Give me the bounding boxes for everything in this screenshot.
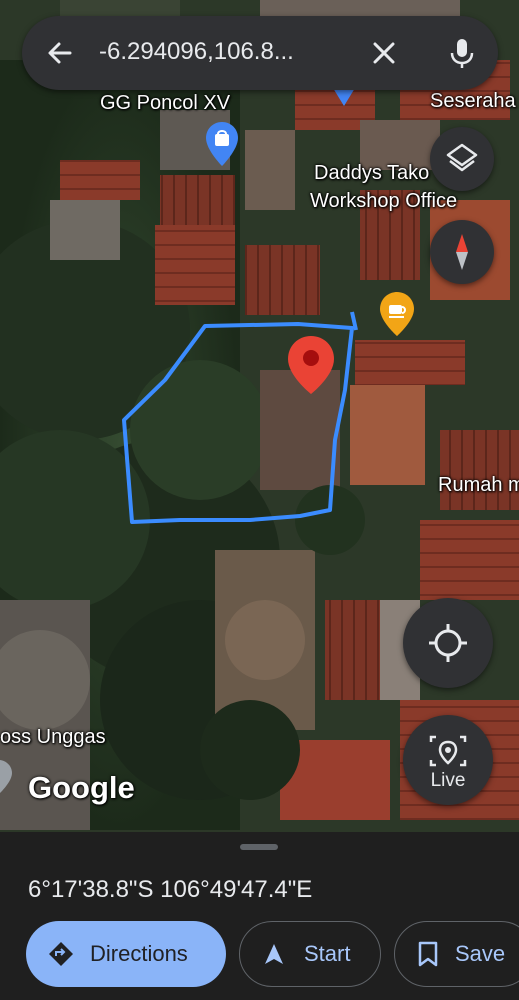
save-label: Save: [455, 941, 506, 966]
place-bottom-sheet[interactable]: 6°17'38.8"S 106°49'47.4"E Directions Sta…: [0, 832, 519, 1000]
compass-icon: [456, 234, 468, 270]
navigation-icon: [265, 944, 283, 964]
live-view-button[interactable]: Live: [403, 715, 493, 805]
search-bar[interactable]: -6.294096,106.8...: [22, 16, 498, 90]
sheet-drag-handle[interactable]: [240, 844, 278, 850]
map-label-unggas[interactable]: oss Unggas: [0, 726, 106, 749]
arrow-back-icon: [48, 42, 72, 64]
google-logo: Google: [28, 770, 135, 805]
map-label-rumah[interactable]: Rumah m: [438, 474, 519, 497]
start-label: Start: [304, 941, 351, 966]
map-label-seserahan[interactable]: Seserahа: [430, 90, 516, 113]
close-icon: [373, 42, 395, 64]
start-button[interactable]: Start: [239, 921, 381, 987]
compass-button[interactable]: [430, 220, 494, 284]
map-label-daddys-line1[interactable]: Daddys Tako: [314, 162, 429, 185]
voice-search-button[interactable]: [440, 31, 484, 75]
directions-icon: [49, 942, 73, 966]
map-label-gg-poncol[interactable]: GG Poncol XV: [100, 92, 230, 115]
microphone-icon: [450, 39, 474, 68]
live-label: Live: [430, 770, 466, 791]
layers-button[interactable]: [430, 127, 494, 191]
back-button[interactable]: [40, 33, 80, 73]
directions-label: Directions: [90, 941, 188, 966]
place-coordinates: 6°17'38.8"S 106°49'47.4"E: [28, 876, 313, 903]
layers-icon: [446, 143, 478, 172]
clear-search-button[interactable]: [364, 33, 404, 73]
map-view[interactable]: GG Poncol XV Seserahа Daddys Tako Worksh…: [0, 0, 519, 832]
map-label-daddys-line2[interactable]: Workshop Office: [310, 190, 457, 213]
directions-button[interactable]: Directions: [26, 921, 226, 987]
save-button[interactable]: Save: [394, 921, 519, 987]
crosshair-icon: [429, 624, 467, 662]
my-location-button[interactable]: [403, 598, 493, 688]
satellite-imagery: [0, 0, 519, 832]
search-input[interactable]: -6.294096,106.8...: [99, 38, 339, 66]
bookmark-icon: [418, 941, 438, 967]
